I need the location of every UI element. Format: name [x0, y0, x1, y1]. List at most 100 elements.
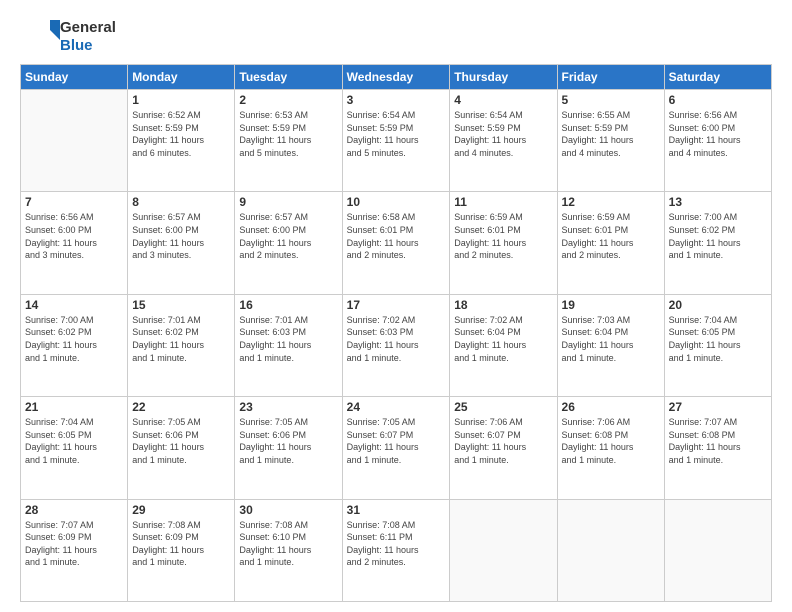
day-cell: 28 Sunrise: 7:07 AM Sunset: 6:09 PM Dayli… [21, 499, 128, 601]
day-info: Sunrise: 6:55 AM Sunset: 5:59 PM Dayligh… [562, 109, 660, 159]
day-number: 6 [669, 93, 767, 107]
day-number: 29 [132, 503, 230, 517]
day-number: 16 [239, 298, 337, 312]
day-number: 9 [239, 195, 337, 209]
day-info: Sunrise: 6:56 AM Sunset: 6:00 PM Dayligh… [25, 211, 123, 261]
day-cell: 19 Sunrise: 7:03 AM Sunset: 6:04 PM Dayli… [557, 294, 664, 396]
day-cell: 10Sunrise: 6:58 AM Sunset: 6:01 PM Dayli… [342, 192, 450, 294]
day-cell: 30Sunrise: 7:08 AM Sunset: 6:10 PM Dayli… [235, 499, 342, 601]
day-cell: 20 Sunrise: 7:04 AM Sunset: 6:05 PM Dayli… [664, 294, 771, 396]
day-number: 14 [25, 298, 123, 312]
day-number: 13 [669, 195, 767, 209]
day-info: Sunrise: 7:08 AM Sunset: 6:11 PM Dayligh… [347, 519, 446, 569]
day-cell: 4Sunrise: 6:54 AM Sunset: 5:59 PM Daylig… [450, 90, 557, 192]
day-cell: 24Sunrise: 7:05 AM Sunset: 6:07 PM Dayli… [342, 397, 450, 499]
day-cell: 8 Sunrise: 6:57 AM Sunset: 6:00 PM Daylig… [128, 192, 235, 294]
day-info: Sunrise: 7:05 AM Sunset: 6:07 PM Dayligh… [347, 416, 446, 466]
calendar-header-friday: Friday [557, 65, 664, 90]
week-row-3: 14 Sunrise: 7:00 AM Sunset: 6:02 PM Dayli… [21, 294, 772, 396]
day-info: Sunrise: 7:04 AM Sunset: 6:05 PM Dayligh… [25, 416, 123, 466]
day-info: Sunrise: 7:06 AM Sunset: 6:08 PM Dayligh… [562, 416, 660, 466]
day-cell: 26 Sunrise: 7:06 AM Sunset: 6:08 PM Dayli… [557, 397, 664, 499]
calendar-header-thursday: Thursday [450, 65, 557, 90]
day-info: Sunrise: 7:04 AM Sunset: 6:05 PM Dayligh… [669, 314, 767, 364]
day-info: Sunrise: 7:08 AM Sunset: 6:09 PM Dayligh… [132, 519, 230, 569]
day-number: 3 [347, 93, 446, 107]
day-number: 19 [562, 298, 660, 312]
day-cell: 6 Sunrise: 6:56 AM Sunset: 6:00 PM Daylig… [664, 90, 771, 192]
day-cell: 29 Sunrise: 7:08 AM Sunset: 6:09 PM Dayli… [128, 499, 235, 601]
day-cell [664, 499, 771, 601]
calendar: SundayMondayTuesdayWednesdayThursdayFrid… [20, 64, 772, 602]
day-cell: 15Sunrise: 7:01 AM Sunset: 6:02 PM Dayli… [128, 294, 235, 396]
day-info: Sunrise: 7:02 AM Sunset: 6:03 PM Dayligh… [347, 314, 446, 364]
week-row-1: 1 Sunrise: 6:52 AM Sunset: 5:59 PM Daylig… [21, 90, 772, 192]
day-number: 31 [347, 503, 446, 517]
day-info: Sunrise: 6:52 AM Sunset: 5:59 PM Dayligh… [132, 109, 230, 159]
day-number: 23 [239, 400, 337, 414]
day-cell: 22 Sunrise: 7:05 AM Sunset: 6:06 PM Dayli… [128, 397, 235, 499]
day-cell: 12 Sunrise: 6:59 AM Sunset: 6:01 PM Dayli… [557, 192, 664, 294]
day-info: Sunrise: 6:54 AM Sunset: 5:59 PM Dayligh… [347, 109, 446, 159]
day-cell: 17 Sunrise: 7:02 AM Sunset: 6:03 PM Dayli… [342, 294, 450, 396]
logo: GeneralBlue [20, 18, 116, 56]
day-cell: 1 Sunrise: 6:52 AM Sunset: 5:59 PM Daylig… [128, 90, 235, 192]
day-cell: 3 Sunrise: 6:54 AM Sunset: 5:59 PM Daylig… [342, 90, 450, 192]
day-cell: 2 Sunrise: 6:53 AM Sunset: 5:59 PM Daylig… [235, 90, 342, 192]
day-cell: 5 Sunrise: 6:55 AM Sunset: 5:59 PM Daylig… [557, 90, 664, 192]
day-cell: 31 Sunrise: 7:08 AM Sunset: 6:11 PM Dayli… [342, 499, 450, 601]
day-info: Sunrise: 7:00 AM Sunset: 6:02 PM Dayligh… [669, 211, 767, 261]
calendar-header-tuesday: Tuesday [235, 65, 342, 90]
day-number: 2 [239, 93, 337, 107]
day-number: 8 [132, 195, 230, 209]
day-cell: 18 Sunrise: 7:02 AM Sunset: 6:04 PM Dayli… [450, 294, 557, 396]
week-row-5: 28 Sunrise: 7:07 AM Sunset: 6:09 PM Dayli… [21, 499, 772, 601]
day-info: Sunrise: 6:56 AM Sunset: 6:00 PM Dayligh… [669, 109, 767, 159]
day-cell: 25 Sunrise: 7:06 AM Sunset: 6:07 PM Dayli… [450, 397, 557, 499]
day-cell: 14 Sunrise: 7:00 AM Sunset: 6:02 PM Dayli… [21, 294, 128, 396]
day-cell [557, 499, 664, 601]
day-number: 5 [562, 93, 660, 107]
day-number: 18 [454, 298, 552, 312]
header: GeneralBlue [20, 18, 772, 56]
day-info: Sunrise: 7:03 AM Sunset: 6:04 PM Dayligh… [562, 314, 660, 364]
day-info: Sunrise: 7:00 AM Sunset: 6:02 PM Dayligh… [25, 314, 123, 364]
day-cell: 11Sunrise: 6:59 AM Sunset: 6:01 PM Dayli… [450, 192, 557, 294]
day-number: 12 [562, 195, 660, 209]
week-row-4: 21 Sunrise: 7:04 AM Sunset: 6:05 PM Dayli… [21, 397, 772, 499]
day-info: Sunrise: 7:07 AM Sunset: 6:09 PM Dayligh… [25, 519, 123, 569]
day-number: 25 [454, 400, 552, 414]
day-number: 1 [132, 93, 230, 107]
day-number: 21 [25, 400, 123, 414]
day-cell: 23 Sunrise: 7:05 AM Sunset: 6:06 PM Dayli… [235, 397, 342, 499]
calendar-header-sunday: Sunday [21, 65, 128, 90]
day-number: 20 [669, 298, 767, 312]
day-number: 22 [132, 400, 230, 414]
day-cell: 7 Sunrise: 6:56 AM Sunset: 6:00 PM Daylig… [21, 192, 128, 294]
logo-icon [20, 18, 60, 56]
calendar-header-wednesday: Wednesday [342, 65, 450, 90]
day-number: 7 [25, 195, 123, 209]
calendar-header-row: SundayMondayTuesdayWednesdayThursdayFrid… [21, 65, 772, 90]
day-info: Sunrise: 7:02 AM Sunset: 6:04 PM Dayligh… [454, 314, 552, 364]
day-info: Sunrise: 7:01 AM Sunset: 6:02 PM Dayligh… [132, 314, 230, 364]
day-number: 17 [347, 298, 446, 312]
day-cell [21, 90, 128, 192]
day-info: Sunrise: 6:59 AM Sunset: 6:01 PM Dayligh… [454, 211, 552, 261]
day-info: Sunrise: 6:57 AM Sunset: 6:00 PM Dayligh… [132, 211, 230, 261]
day-number: 28 [25, 503, 123, 517]
calendar-header-saturday: Saturday [664, 65, 771, 90]
day-cell [450, 499, 557, 601]
day-number: 27 [669, 400, 767, 414]
day-info: Sunrise: 6:53 AM Sunset: 5:59 PM Dayligh… [239, 109, 337, 159]
day-number: 26 [562, 400, 660, 414]
day-cell: 27 Sunrise: 7:07 AM Sunset: 6:08 PM Dayli… [664, 397, 771, 499]
day-info: Sunrise: 6:54 AM Sunset: 5:59 PM Dayligh… [454, 109, 552, 159]
day-info: Sunrise: 7:06 AM Sunset: 6:07 PM Dayligh… [454, 416, 552, 466]
day-info: Sunrise: 7:07 AM Sunset: 6:08 PM Dayligh… [669, 416, 767, 466]
logo-general: General [60, 19, 116, 37]
day-info: Sunrise: 7:05 AM Sunset: 6:06 PM Dayligh… [239, 416, 337, 466]
day-info: Sunrise: 7:05 AM Sunset: 6:06 PM Dayligh… [132, 416, 230, 466]
day-info: Sunrise: 7:08 AM Sunset: 6:10 PM Dayligh… [239, 519, 337, 569]
day-info: Sunrise: 6:59 AM Sunset: 6:01 PM Dayligh… [562, 211, 660, 261]
